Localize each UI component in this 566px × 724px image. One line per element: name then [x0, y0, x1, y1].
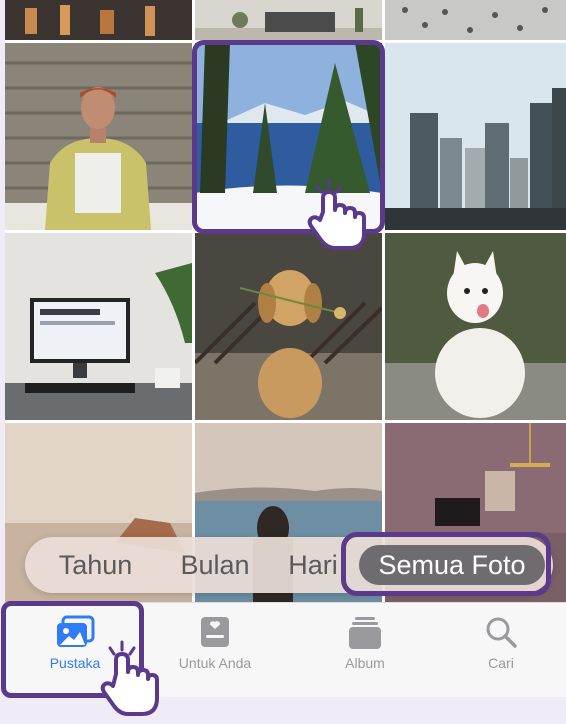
tap-hand-icon	[303, 176, 373, 257]
photo-thumbnail[interactable]	[385, 233, 566, 420]
view-days-button[interactable]: Hari	[272, 545, 354, 585]
tab-album[interactable]: Album	[295, 603, 435, 697]
photo-thumbnail[interactable]	[195, 0, 382, 40]
tab-label: Album	[345, 655, 385, 671]
view-years-button[interactable]: Tahun	[33, 545, 158, 585]
tab-bar: Pustaka Untuk Anda Album Cari	[5, 602, 566, 697]
photo-thumbnail[interactable]	[5, 0, 192, 40]
photo-thumbnail[interactable]	[195, 233, 382, 420]
tab-label: Cari	[488, 655, 514, 671]
tab-search[interactable]: Cari	[431, 603, 566, 697]
photo-thumbnail[interactable]	[5, 233, 192, 420]
view-months-button[interactable]: Bulan	[160, 545, 270, 585]
tap-hand-icon	[92, 640, 162, 724]
photo-grid	[5, 0, 566, 602]
tab-for-you[interactable]: Untuk Anda	[145, 603, 285, 697]
photo-thumbnail[interactable]	[385, 43, 566, 230]
view-all-photos-button[interactable]: Semua Foto	[359, 545, 545, 585]
for-you-icon	[198, 615, 232, 654]
photos-app-screen: Tahun Bulan Hari Semua Foto Pustaka Untu…	[5, 0, 566, 697]
search-icon	[484, 615, 518, 654]
photo-thumbnail[interactable]	[385, 0, 566, 40]
photo-library-icon	[55, 615, 95, 654]
album-stack-icon	[347, 615, 383, 656]
tab-label: Untuk Anda	[178, 655, 252, 671]
photo-thumbnail[interactable]	[5, 43, 192, 230]
view-switcher: Tahun Bulan Hari Semua Foto	[25, 537, 553, 593]
